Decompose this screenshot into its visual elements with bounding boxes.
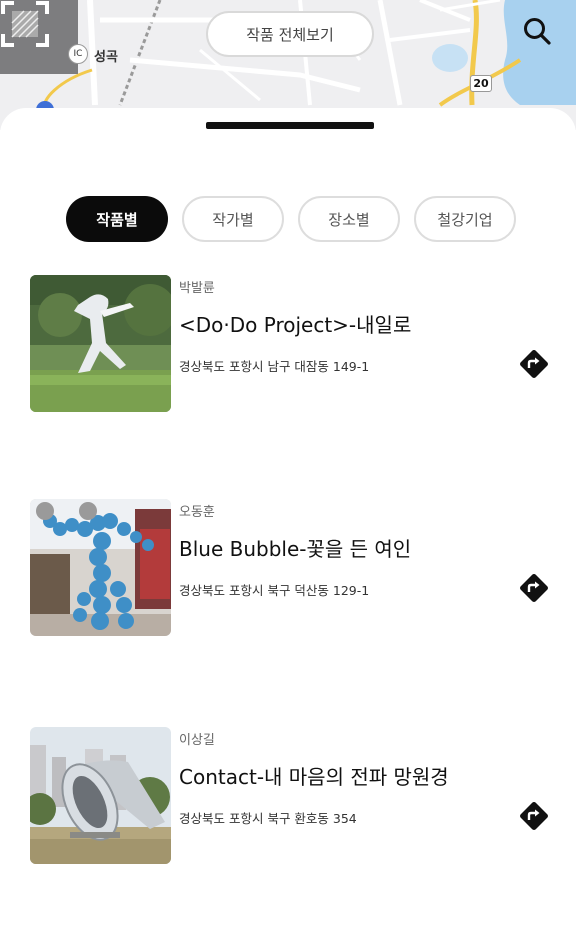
artwork-thumbnail	[30, 727, 171, 864]
artwork-address: 경상북도 포항시 북구 환호동 354	[179, 811, 357, 826]
scan-icon	[1, 1, 49, 47]
tab-steel-company[interactable]: 철강기업	[414, 196, 516, 242]
artwork-thumbnail	[30, 275, 171, 412]
directions-icon	[520, 802, 548, 830]
map-place-label: 성곡	[94, 50, 118, 65]
search-icon	[524, 18, 551, 45]
tab-by-artist[interactable]: 작가별	[182, 196, 284, 242]
view-all-artworks-button[interactable]: 작품 전체보기	[206, 11, 374, 57]
artwork-artist: 박발륜	[179, 281, 215, 296]
artwork-address: 경상북도 포항시 남구 대잠동 149-1	[179, 359, 370, 374]
artwork-list-item[interactable]: 이상길 Contact-내 마음의 전파 망원경 경상북도 포항시 북구 환호동…	[30, 727, 549, 867]
artwork-list-sheet: 작품별 작가별 장소별 철강기업 박발륜 <Do·Do Project>-내일로…	[0, 108, 576, 938]
artwork-thumbnail	[30, 499, 171, 636]
route-badge: 20	[470, 75, 492, 92]
artwork-address: 경상북도 포항시 북구 덕산동 129-1	[179, 583, 370, 598]
directions-button[interactable]	[519, 801, 549, 831]
artwork-title: Blue Bubble-꽃을 든 여인	[179, 537, 412, 561]
artwork-artist: 오동훈	[179, 505, 215, 520]
ic-badge: IC	[68, 44, 88, 64]
directions-icon	[520, 574, 548, 602]
category-tabs: 작품별 작가별 장소별 철강기업	[66, 196, 516, 242]
artwork-title: Contact-내 마음의 전파 망원경	[179, 765, 449, 789]
directions-button[interactable]	[519, 349, 549, 379]
directions-icon	[520, 350, 548, 378]
search-button[interactable]	[522, 16, 562, 56]
artwork-list-item[interactable]: 박발륜 <Do·Do Project>-내일로 경상북도 포항시 남구 대잠동 …	[30, 275, 549, 415]
directions-button[interactable]	[519, 573, 549, 603]
artwork-title: <Do·Do Project>-내일로	[179, 313, 412, 337]
qr-scan-button[interactable]	[0, 0, 78, 74]
artwork-artist: 이상길	[179, 733, 215, 748]
sheet-drag-handle[interactable]	[206, 122, 374, 129]
tab-by-location[interactable]: 장소별	[298, 196, 400, 242]
tab-by-artwork[interactable]: 작품별	[66, 196, 168, 242]
artwork-list-item[interactable]: 오동훈 Blue Bubble-꽃을 든 여인 경상북도 포항시 북구 덕산동 …	[30, 499, 549, 639]
